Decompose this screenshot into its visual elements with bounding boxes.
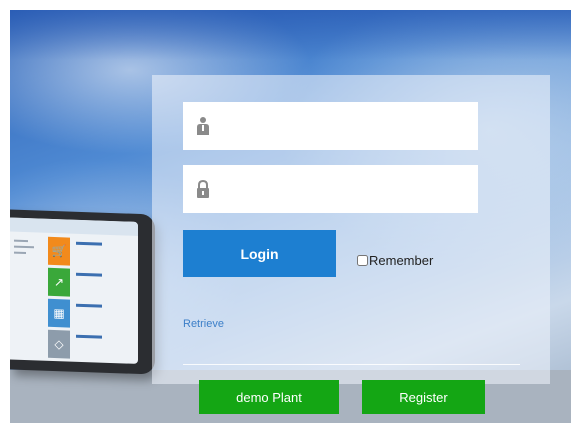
password-field[interactable] <box>183 165 478 213</box>
register-button[interactable]: Register <box>362 380 485 414</box>
tablet-topbar <box>10 217 138 236</box>
tablet-screen: 🛒 ↗ ▦ ◇ <box>10 217 138 364</box>
login-background: 🛒 ↗ ▦ ◇ Login Remember Retrieve <box>10 10 571 423</box>
username-input[interactable] <box>223 102 478 150</box>
tablet-stats <box>76 241 126 364</box>
leaf-icon: ◇ <box>48 329 70 359</box>
username-field[interactable] <box>183 102 478 150</box>
tablet-illustration: 🛒 ↗ ▦ ◇ <box>10 209 155 375</box>
panel-divider <box>183 364 520 365</box>
remember-label: Remember <box>369 253 434 268</box>
trend-icon: ↗ <box>48 267 70 297</box>
lock-icon <box>183 165 223 213</box>
cart-icon: 🛒 <box>48 236 70 266</box>
user-icon <box>183 102 223 150</box>
password-input[interactable] <box>223 165 478 213</box>
login-panel: Login Remember Retrieve <box>152 75 550 384</box>
building-icon: ▦ <box>48 298 70 328</box>
retrieve-link[interactable]: Retrieve <box>183 318 224 330</box>
tablet-tiles: 🛒 ↗ ▦ ◇ <box>48 236 70 362</box>
demo-plant-button[interactable]: demo Plant <box>199 380 339 414</box>
remember-checkbox[interactable] <box>357 255 368 266</box>
remember-me[interactable]: Remember <box>357 253 433 268</box>
login-button[interactable]: Login <box>183 230 336 277</box>
